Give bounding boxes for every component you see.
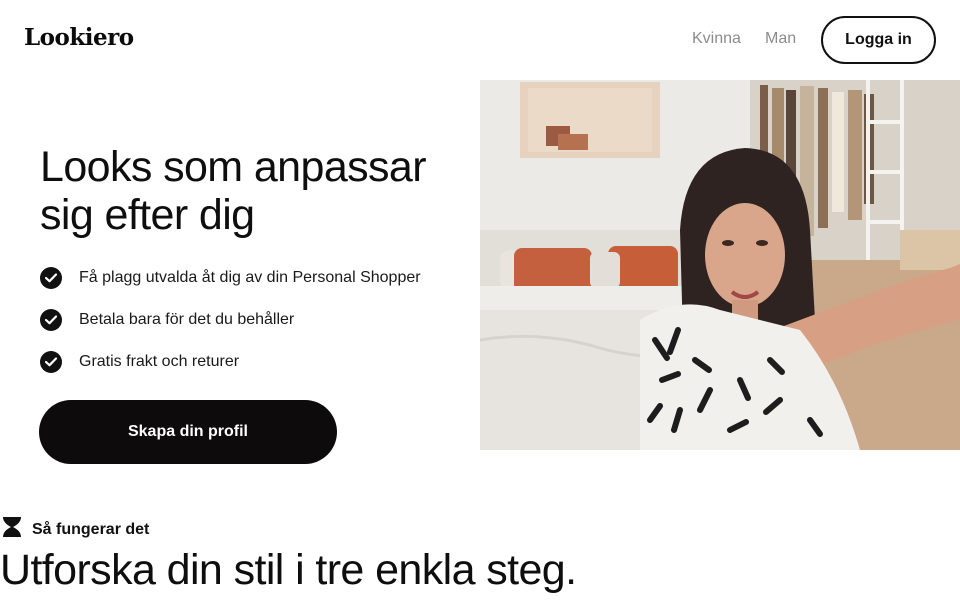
how-it-works-text: Så fungerar det <box>32 520 150 538</box>
nav-link-kvinna[interactable]: Kvinna <box>692 30 741 48</box>
site-header: Lookiero Kvinna Man Logga in <box>0 0 960 80</box>
benefit-item: Betala bara för det du behåller <box>40 308 421 332</box>
hero-title: Looks som anpassar sig efter dig <box>40 143 470 239</box>
check-icon <box>40 267 62 289</box>
benefit-text: Gratis frakt och returer <box>79 353 240 370</box>
nav-link-man[interactable]: Man <box>765 30 796 48</box>
logo[interactable]: Lookiero <box>24 24 134 51</box>
hero-title-line-2: sig efter dig <box>40 191 255 239</box>
benefit-text: Få plagg utvalda åt dig av din Personal … <box>79 269 421 286</box>
hero-title-line-1: Looks som anpassar <box>40 143 427 191</box>
login-button[interactable]: Logga in <box>821 16 936 64</box>
benefit-text: Betala bara för det du behåller <box>79 311 295 328</box>
hero-photo <box>480 80 960 450</box>
hourglass-icon <box>2 516 22 543</box>
benefit-item: Gratis frakt och returer <box>40 350 421 374</box>
section-title: Utforska din stil i tre enkla steg. <box>0 546 577 594</box>
create-profile-button[interactable]: Skapa din profil <box>39 400 337 464</box>
benefit-list: Få plagg utvalda åt dig av din Personal … <box>40 266 421 392</box>
how-it-works-label: Så fungerar det <box>2 516 149 543</box>
check-icon <box>40 351 62 373</box>
benefit-item: Få plagg utvalda åt dig av din Personal … <box>40 266 421 290</box>
check-icon <box>40 309 62 331</box>
